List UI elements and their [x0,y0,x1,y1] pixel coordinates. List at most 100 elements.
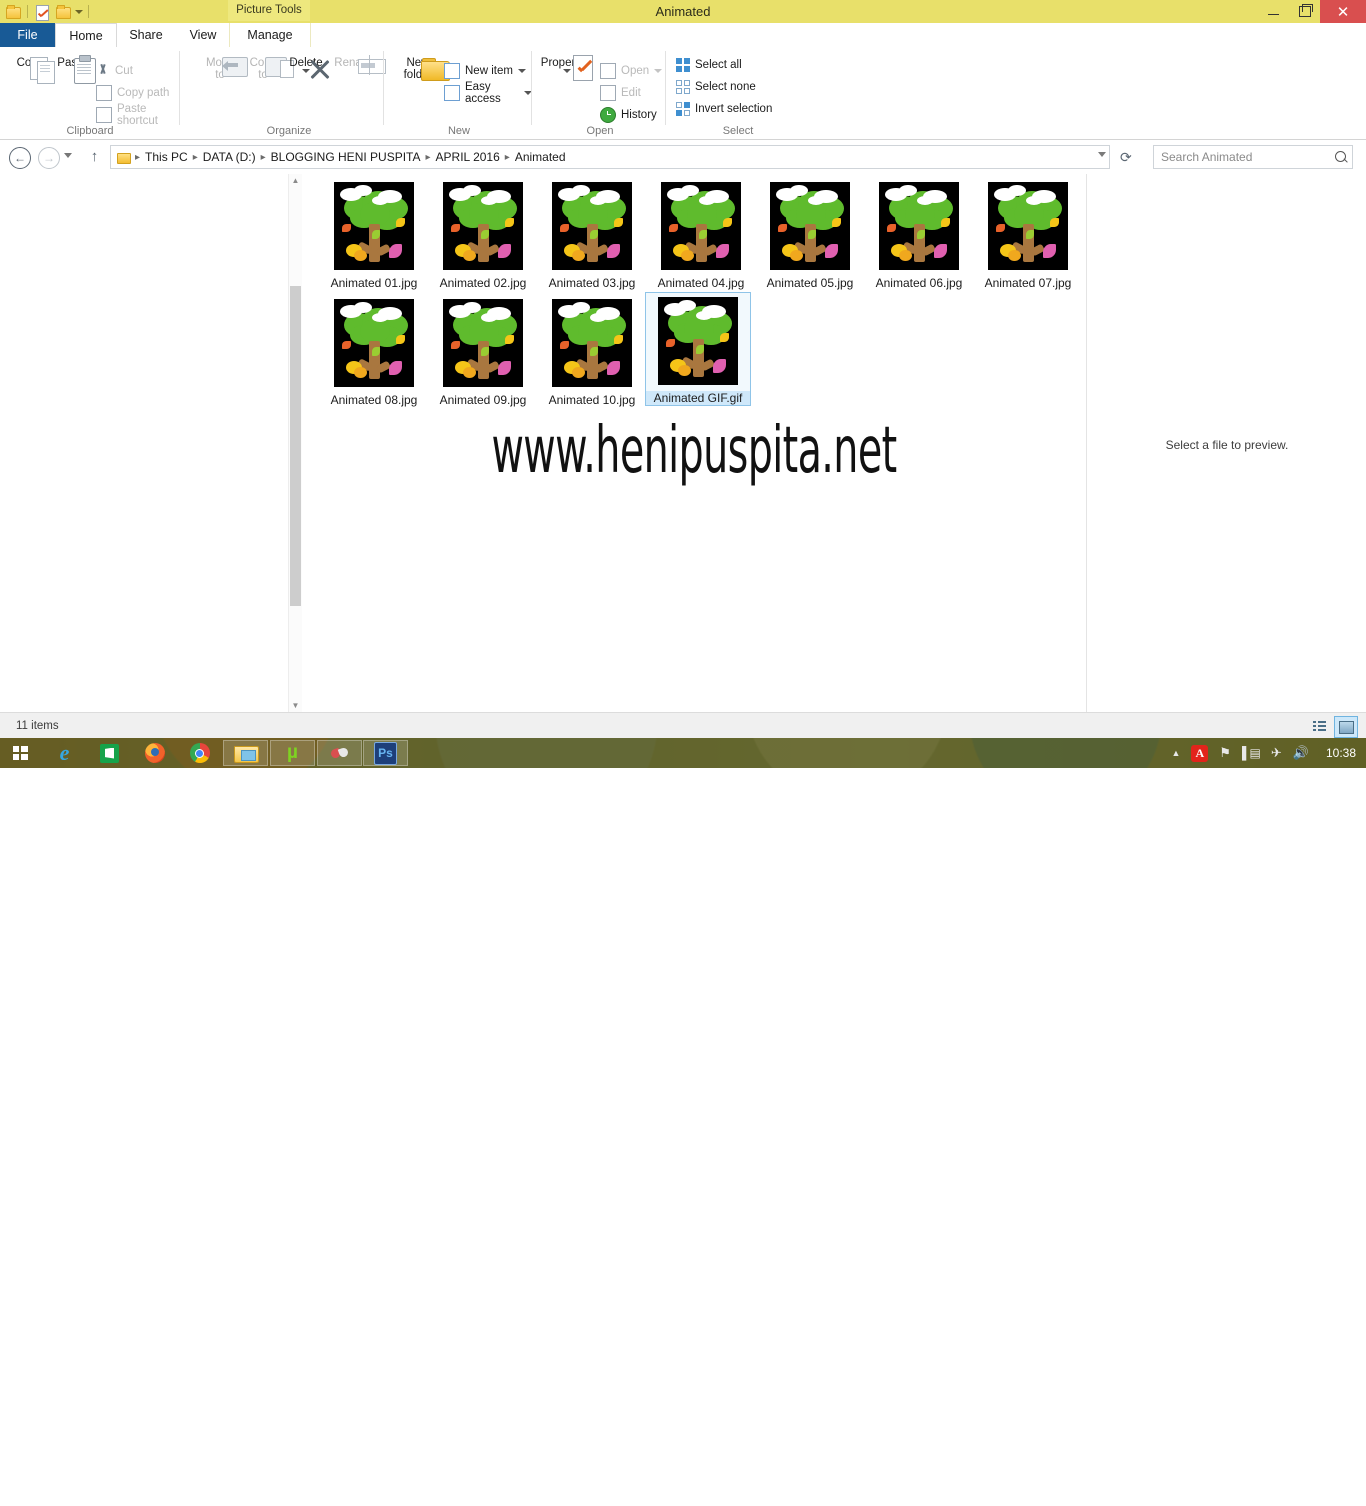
select-none-button[interactable]: Select none [676,77,756,97]
file-thumbnail [655,293,741,389]
breadcrumb-folder-icon [116,151,131,164]
new-item-dropdown-icon[interactable] [517,69,526,73]
open-button[interactable]: Open [600,61,663,81]
status-bar: 11 items [0,712,1366,739]
scroll-up-icon[interactable]: ▲ [289,174,302,187]
rename-button[interactable]: Rename [328,55,386,75]
paste-button[interactable]: Paste [48,55,96,84]
tab-home[interactable]: Home [55,23,117,48]
delete-dropdown-icon[interactable] [302,69,310,73]
file-item[interactable]: Animated 06.jpg [865,178,973,290]
properties-button[interactable]: Properties [536,55,598,81]
taskbar-item-internet-explorer[interactable]: e [42,740,87,766]
file-item[interactable]: Animated 08.jpg [320,295,428,407]
clock[interactable]: 10:38 [1326,746,1356,760]
search-icon[interactable] [1335,151,1346,162]
volume-icon[interactable]: 🔊 [1293,745,1309,761]
taskbar-item-file-explorer[interactable] [223,740,268,766]
breadcrumb-sep-4[interactable]: ▸ [503,152,512,163]
airplane-mode-icon[interactable]: ✈ [1271,745,1282,761]
taskbar-item-photoshop[interactable]: Ps [363,740,408,766]
open-group-label: Open [586,125,614,137]
breadcrumb-item-0[interactable]: This PC [142,150,191,164]
view-buttons [1308,716,1358,738]
refresh-icon[interactable]: ⟳ [1120,149,1136,165]
copy-path-button[interactable]: Copy path [96,83,169,103]
show-desktop-button[interactable] [1358,1476,1366,1506]
navigation-pane[interactable] [0,174,286,712]
scrollbar-thumb[interactable] [290,286,301,606]
invert-selection-label: Invert selection [695,103,773,115]
copy-to-button[interactable]: Copy to [239,55,294,81]
flag-action-center-icon[interactable]: ⚑ [1219,745,1231,761]
navigation-pane-scrollbar[interactable]: ▲ ▼ [288,174,302,712]
tab-manage[interactable]: Manage [229,23,311,47]
select-all-button[interactable]: Select all [676,55,742,75]
new-group-label: New [447,125,470,137]
tab-share[interactable]: Share [115,23,177,47]
copy-button[interactable]: Copy [6,55,55,84]
breadcrumb-sep-3[interactable]: ▸ [423,152,432,163]
clipboard-group-label: Clipboard [66,125,114,137]
paste-shortcut-label: Paste shortcut [117,103,158,127]
easy-access-button[interactable]: Easy access [444,81,532,105]
close-button[interactable]: ✕ [1320,0,1366,23]
select-none-label: Select none [695,81,756,93]
open-dropdown-icon[interactable] [654,69,663,73]
file-name: Animated 05.jpg [766,276,854,290]
breadcrumb-sep-1[interactable]: ▸ [191,152,200,163]
tab-view[interactable]: View [177,23,229,47]
taskbar-item-utorrent[interactable]: µ [270,740,315,766]
file-item[interactable]: Animated 02.jpg [429,178,537,290]
taskbar-item-store[interactable] [87,740,132,766]
file-item[interactable]: Animated 03.jpg [538,178,646,290]
cut-button[interactable]: Cut [96,61,133,81]
watermark-text: www.henipuspita.net [491,414,897,488]
file-item[interactable]: Animated 10.jpg [538,295,646,407]
file-item[interactable]: Animated 09.jpg [429,295,537,407]
scroll-down-icon[interactable]: ▼ [289,699,302,712]
breadcrumb-item-3[interactable]: APRIL 2016 [433,150,503,164]
new-item-label: New item [465,65,513,77]
new-folder-button[interactable]: New folder [392,55,450,81]
move-to-button[interactable]: Move to [196,55,248,81]
address-dropdown-icon[interactable] [1098,152,1106,157]
file-item[interactable]: Animated 01.jpg [320,178,428,290]
ribbon: Copy Paste Cut Copy path [0,47,1366,140]
invert-selection-button[interactable]: Invert selection [676,99,772,119]
delete-button[interactable]: Delete [282,55,330,73]
history-button[interactable]: History [600,105,657,125]
tab-file[interactable]: File [0,23,55,47]
edit-button[interactable]: Edit [600,83,641,103]
new-item-button[interactable]: New item [444,61,526,81]
breadcrumb[interactable]: ▸ This PC ▸ DATA (D:) ▸ BLOGGING HENI PU… [110,145,1110,169]
file-item[interactable]: Animated 05.jpg [756,178,864,290]
paste-shortcut-button[interactable]: Paste shortcut [96,103,180,127]
back-button[interactable]: ← [9,147,31,169]
taskbar-item-chrome[interactable] [177,740,222,766]
details-view-button[interactable] [1308,716,1330,736]
file-item[interactable]: Animated 04.jpg [647,178,755,290]
store-icon [100,743,119,763]
large-icons-view-button[interactable] [1334,716,1358,738]
file-list-view[interactable]: Animated 01.jpg Animated 02.jpg Animated… [302,174,1086,712]
taskbar-item-media-player[interactable] [317,740,362,766]
file-item-selected[interactable]: Animated GIF.gif [645,292,751,406]
start-button[interactable] [4,741,36,765]
recent-locations-icon[interactable] [64,153,72,158]
breadcrumb-sep-2[interactable]: ▸ [259,152,268,163]
properties-dropdown-icon[interactable] [563,69,571,73]
breadcrumb-item-1[interactable]: DATA (D:) [200,150,259,164]
breadcrumb-item-2[interactable]: BLOGGING HENI PUSPITA [268,150,424,164]
antivirus-icon[interactable]: A [1191,744,1209,762]
up-button[interactable]: ↑ [86,149,103,166]
taskbar-item-firefox[interactable] [132,740,177,766]
minimize-button[interactable] [1258,0,1289,23]
file-item[interactable]: Animated 07.jpg [974,178,1082,290]
show-hidden-icons-icon[interactable]: ▲ [1171,748,1180,758]
search-input[interactable]: Search Animated [1153,145,1353,169]
network-icon[interactable]: ▌▤ [1242,746,1261,760]
breadcrumb-item-4[interactable]: Animated [512,150,569,164]
maximize-button[interactable] [1289,0,1320,23]
forward-button[interactable]: → [38,147,60,169]
